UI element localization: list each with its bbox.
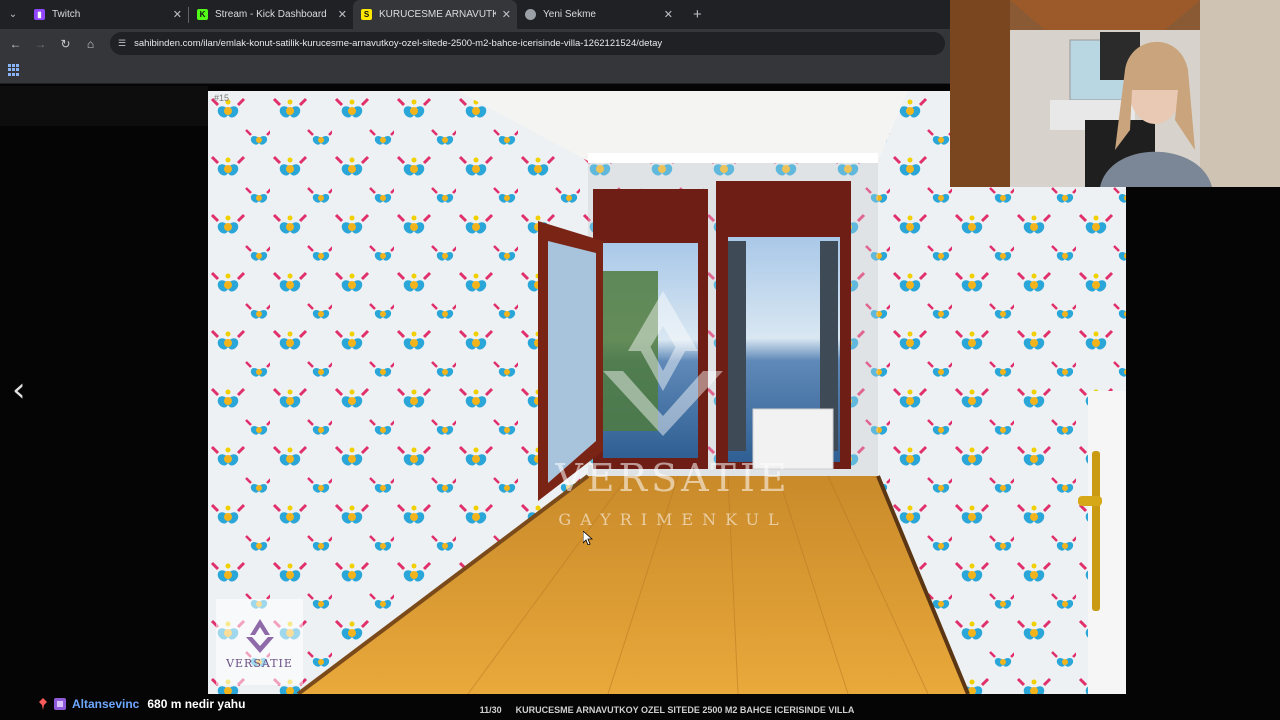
tab-title: Yeni Sekme	[543, 9, 596, 20]
tab-sahibinden-listing[interactable]: S KURUCESME ARNAVUTKOY OZ ✕	[353, 0, 517, 29]
listing-title: KURUCESME ARNAVUTKOY OZEL SITEDE 2500 M2…	[515, 705, 855, 715]
browser-toolbar: ← → ↻ ⌂ ☰ sahibinden.com/ilan/emlak-konu…	[0, 29, 950, 58]
webcam-feed	[950, 0, 1280, 187]
close-icon[interactable]: ✕	[338, 8, 347, 21]
photo-caption: 11/30 KURUCESME ARNAVUTKOY OZEL SITEDE 2…	[208, 705, 1126, 715]
page-header-strip	[0, 86, 208, 126]
watermark-brand: VERSATIE	[555, 456, 791, 500]
screen: ⌄ ▮ Twitch ✕ K Stream - Kick Dashboard ✕…	[0, 0, 1280, 720]
chrome-icon	[525, 9, 536, 20]
forward-arrow-icon[interactable]: →	[28, 37, 53, 51]
agency-logo-mark-icon	[245, 618, 274, 653]
webcam-overlay	[950, 0, 1280, 187]
photo-number-mark: #15	[214, 93, 230, 103]
close-icon[interactable]: ✕	[502, 8, 511, 21]
apps-grid-icon[interactable]	[8, 64, 20, 76]
kick-icon: K	[197, 9, 208, 20]
bookmarks-bar	[0, 58, 950, 84]
tab-search-chevron-icon[interactable]: ⌄	[0, 0, 26, 29]
close-icon[interactable]: ✕	[664, 8, 673, 21]
new-tab-plus-icon[interactable]: +	[693, 6, 702, 23]
site-info-icon[interactable]: ☰	[118, 38, 126, 49]
watermark: VERSATIE GAYRIMENKUL	[538, 296, 808, 646]
tab-kick-dashboard[interactable]: K Stream - Kick Dashboard ✕	[189, 0, 353, 29]
close-icon[interactable]: ✕	[173, 8, 182, 21]
subscriber-badge-icon	[54, 698, 66, 710]
chat-username[interactable]: Altansevinc	[72, 697, 139, 711]
tab-new-tab[interactable]: Yeni Sekme ✕	[517, 0, 679, 29]
photo-counter: 11/30	[479, 705, 502, 715]
agency-logo-text: VERSATIE	[226, 656, 293, 670]
twitch-icon: ▮	[34, 9, 45, 20]
tab-twitch[interactable]: ▮ Twitch ✕	[26, 0, 188, 29]
back-arrow-icon[interactable]: ←	[3, 37, 28, 51]
reload-icon[interactable]: ↻	[53, 37, 78, 51]
tab-title: Twitch	[52, 9, 81, 20]
watermark-subtitle: GAYRIMENKUL	[558, 510, 788, 529]
agency-logo: VERSATIE	[216, 599, 303, 685]
pin-icon	[39, 698, 47, 710]
address-bar[interactable]: ☰ sahibinden.com/ilan/emlak-konut-satili…	[110, 32, 945, 55]
tab-title: KURUCESME ARNAVUTKOY OZ	[379, 9, 496, 20]
tab-title: Stream - Kick Dashboard	[215, 9, 327, 20]
home-icon[interactable]: ⌂	[78, 37, 103, 51]
url-text: sahibinden.com/ilan/emlak-konut-satilik-…	[134, 38, 663, 49]
sahibinden-icon: S	[361, 9, 372, 20]
mouse-cursor-icon	[583, 531, 593, 545]
tab-bar: ⌄ ▮ Twitch ✕ K Stream - Kick Dashboard ✕…	[0, 0, 950, 29]
previous-photo-chevron-icon[interactable]: ‹	[12, 370, 40, 410]
